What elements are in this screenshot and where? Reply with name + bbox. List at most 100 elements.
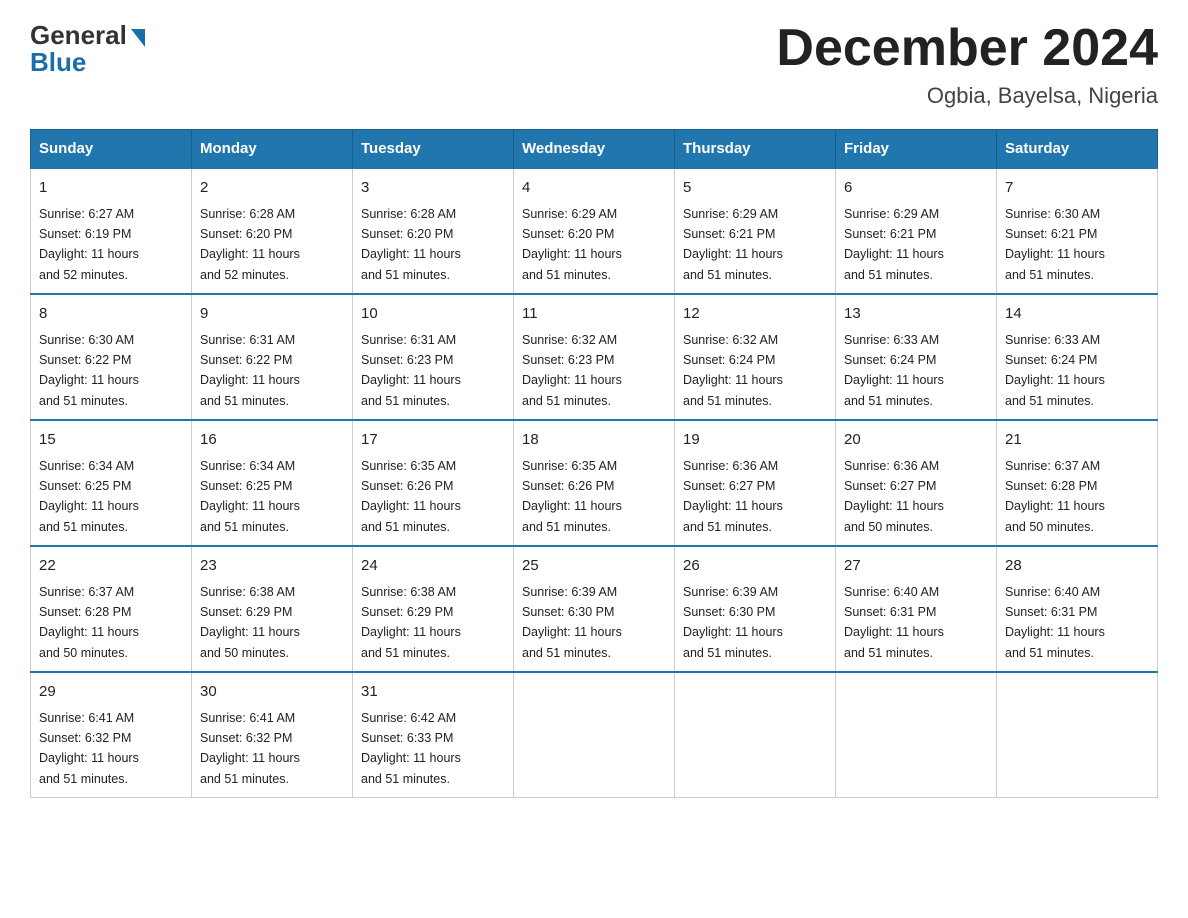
day-number: 15: [39, 429, 183, 452]
day-number: 31: [361, 681, 505, 704]
calendar-cell: 3 Sunrise: 6:28 AMSunset: 6:20 PMDaylight…: [353, 168, 514, 294]
day-number: 17: [361, 429, 505, 452]
day-number: 26: [683, 555, 827, 578]
day-info: Sunrise: 6:42 AMSunset: 6:33 PMDaylight:…: [361, 711, 461, 786]
day-number: 18: [522, 429, 666, 452]
day-number: 12: [683, 303, 827, 326]
day-number: 10: [361, 303, 505, 326]
calendar-cell: 16 Sunrise: 6:34 AMSunset: 6:25 PMDayligh…: [192, 420, 353, 546]
calendar-cell: 2 Sunrise: 6:28 AMSunset: 6:20 PMDaylight…: [192, 168, 353, 294]
calendar-cell: 11 Sunrise: 6:32 AMSunset: 6:23 PMDayligh…: [514, 294, 675, 420]
day-number: 27: [844, 555, 988, 578]
day-number: 6: [844, 177, 988, 200]
day-number: 4: [522, 177, 666, 200]
calendar-week-1: 1 Sunrise: 6:27 AMSunset: 6:19 PMDaylight…: [31, 168, 1158, 294]
day-info: Sunrise: 6:34 AMSunset: 6:25 PMDaylight:…: [39, 459, 139, 534]
day-number: 1: [39, 177, 183, 200]
day-info: Sunrise: 6:29 AMSunset: 6:21 PMDaylight:…: [683, 207, 783, 282]
day-info: Sunrise: 6:36 AMSunset: 6:27 PMDaylight:…: [683, 459, 783, 534]
calendar-cell: 10 Sunrise: 6:31 AMSunset: 6:23 PMDayligh…: [353, 294, 514, 420]
day-info: Sunrise: 6:31 AMSunset: 6:22 PMDaylight:…: [200, 333, 300, 408]
day-info: Sunrise: 6:38 AMSunset: 6:29 PMDaylight:…: [361, 585, 461, 660]
day-number: 24: [361, 555, 505, 578]
header-wednesday: Wednesday: [514, 130, 675, 169]
calendar-cell: 14 Sunrise: 6:33 AMSunset: 6:24 PMDayligh…: [997, 294, 1158, 420]
day-info: Sunrise: 6:28 AMSunset: 6:20 PMDaylight:…: [200, 207, 300, 282]
calendar-cell: 17 Sunrise: 6:35 AMSunset: 6:26 PMDayligh…: [353, 420, 514, 546]
day-info: Sunrise: 6:41 AMSunset: 6:32 PMDaylight:…: [200, 711, 300, 786]
calendar-cell: 28 Sunrise: 6:40 AMSunset: 6:31 PMDayligh…: [997, 546, 1158, 672]
day-info: Sunrise: 6:39 AMSunset: 6:30 PMDaylight:…: [683, 585, 783, 660]
calendar-week-3: 15 Sunrise: 6:34 AMSunset: 6:25 PMDayligh…: [31, 420, 1158, 546]
calendar-cell: 5 Sunrise: 6:29 AMSunset: 6:21 PMDaylight…: [675, 168, 836, 294]
day-number: 29: [39, 681, 183, 704]
calendar-cell: 23 Sunrise: 6:38 AMSunset: 6:29 PMDayligh…: [192, 546, 353, 672]
day-info: Sunrise: 6:37 AMSunset: 6:28 PMDaylight:…: [1005, 459, 1105, 534]
day-info: Sunrise: 6:32 AMSunset: 6:24 PMDaylight:…: [683, 333, 783, 408]
calendar-cell: 9Sunrise: 6:31 AMSunset: 6:22 PMDaylight…: [192, 294, 353, 420]
day-info: Sunrise: 6:27 AMSunset: 6:19 PMDaylight:…: [39, 207, 139, 282]
day-number: 25: [522, 555, 666, 578]
calendar-cell: 21 Sunrise: 6:37 AMSunset: 6:28 PMDayligh…: [997, 420, 1158, 546]
day-number: 28: [1005, 555, 1149, 578]
calendar-cell: [997, 672, 1158, 798]
calendar-week-4: 22Sunrise: 6:37 AMSunset: 6:28 PMDayligh…: [31, 546, 1158, 672]
calendar-table: SundayMondayTuesdayWednesdayThursdayFrid…: [30, 129, 1158, 798]
header-thursday: Thursday: [675, 130, 836, 169]
day-info: Sunrise: 6:33 AMSunset: 6:24 PMDaylight:…: [844, 333, 944, 408]
page-header: General Blue December 2024 Ogbia, Bayels…: [30, 20, 1158, 109]
day-info: Sunrise: 6:32 AMSunset: 6:23 PMDaylight:…: [522, 333, 622, 408]
day-info: Sunrise: 6:37 AMSunset: 6:28 PMDaylight:…: [39, 585, 139, 660]
day-number: 20: [844, 429, 988, 452]
calendar-cell: 22Sunrise: 6:37 AMSunset: 6:28 PMDayligh…: [31, 546, 192, 672]
calendar-header-row: SundayMondayTuesdayWednesdayThursdayFrid…: [31, 130, 1158, 169]
day-info: Sunrise: 6:33 AMSunset: 6:24 PMDaylight:…: [1005, 333, 1105, 408]
header-monday: Monday: [192, 130, 353, 169]
calendar-cell: 12 Sunrise: 6:32 AMSunset: 6:24 PMDayligh…: [675, 294, 836, 420]
calendar-cell: [836, 672, 997, 798]
title-section: December 2024 Ogbia, Bayelsa, Nigeria: [776, 20, 1158, 109]
calendar-cell: 13Sunrise: 6:33 AMSunset: 6:24 PMDayligh…: [836, 294, 997, 420]
day-number: 23: [200, 555, 344, 578]
calendar-cell: 18Sunrise: 6:35 AMSunset: 6:26 PMDayligh…: [514, 420, 675, 546]
calendar-week-5: 29 Sunrise: 6:41 AMSunset: 6:32 PMDayligh…: [31, 672, 1158, 798]
day-info: Sunrise: 6:31 AMSunset: 6:23 PMDaylight:…: [361, 333, 461, 408]
header-saturday: Saturday: [997, 130, 1158, 169]
day-info: Sunrise: 6:40 AMSunset: 6:31 PMDaylight:…: [844, 585, 944, 660]
page-title: December 2024: [776, 20, 1158, 77]
calendar-cell: 25 Sunrise: 6:39 AMSunset: 6:30 PMDayligh…: [514, 546, 675, 672]
day-number: 11: [522, 303, 666, 326]
day-info: Sunrise: 6:40 AMSunset: 6:31 PMDaylight:…: [1005, 585, 1105, 660]
calendar-week-2: 8Sunrise: 6:30 AMSunset: 6:22 PMDaylight…: [31, 294, 1158, 420]
calendar-cell: [514, 672, 675, 798]
day-info: Sunrise: 6:41 AMSunset: 6:32 PMDaylight:…: [39, 711, 139, 786]
day-info: Sunrise: 6:30 AMSunset: 6:22 PMDaylight:…: [39, 333, 139, 408]
day-info: Sunrise: 6:35 AMSunset: 6:26 PMDaylight:…: [361, 459, 461, 534]
calendar-cell: 30 Sunrise: 6:41 AMSunset: 6:32 PMDayligh…: [192, 672, 353, 798]
header-tuesday: Tuesday: [353, 130, 514, 169]
calendar-cell: 31 Sunrise: 6:42 AMSunset: 6:33 PMDayligh…: [353, 672, 514, 798]
calendar-cell: 24 Sunrise: 6:38 AMSunset: 6:29 PMDayligh…: [353, 546, 514, 672]
day-number: 21: [1005, 429, 1149, 452]
logo: General Blue: [30, 20, 145, 78]
day-info: Sunrise: 6:39 AMSunset: 6:30 PMDaylight:…: [522, 585, 622, 660]
logo-triangle-icon: [131, 29, 145, 47]
day-number: 19: [683, 429, 827, 452]
logo-blue-text: Blue: [30, 47, 86, 78]
day-info: Sunrise: 6:34 AMSunset: 6:25 PMDaylight:…: [200, 459, 300, 534]
day-number: 5: [683, 177, 827, 200]
day-number: 3: [361, 177, 505, 200]
calendar-cell: 15 Sunrise: 6:34 AMSunset: 6:25 PMDayligh…: [31, 420, 192, 546]
day-number: 30: [200, 681, 344, 704]
day-info: Sunrise: 6:36 AMSunset: 6:27 PMDaylight:…: [844, 459, 944, 534]
calendar-cell: [675, 672, 836, 798]
header-friday: Friday: [836, 130, 997, 169]
day-info: Sunrise: 6:38 AMSunset: 6:29 PMDaylight:…: [200, 585, 300, 660]
day-info: Sunrise: 6:28 AMSunset: 6:20 PMDaylight:…: [361, 207, 461, 282]
header-sunday: Sunday: [31, 130, 192, 169]
calendar-cell: 4Sunrise: 6:29 AMSunset: 6:20 PMDaylight…: [514, 168, 675, 294]
day-number: 2: [200, 177, 344, 200]
calendar-cell: 1 Sunrise: 6:27 AMSunset: 6:19 PMDaylight…: [31, 168, 192, 294]
day-number: 14: [1005, 303, 1149, 326]
day-number: 16: [200, 429, 344, 452]
